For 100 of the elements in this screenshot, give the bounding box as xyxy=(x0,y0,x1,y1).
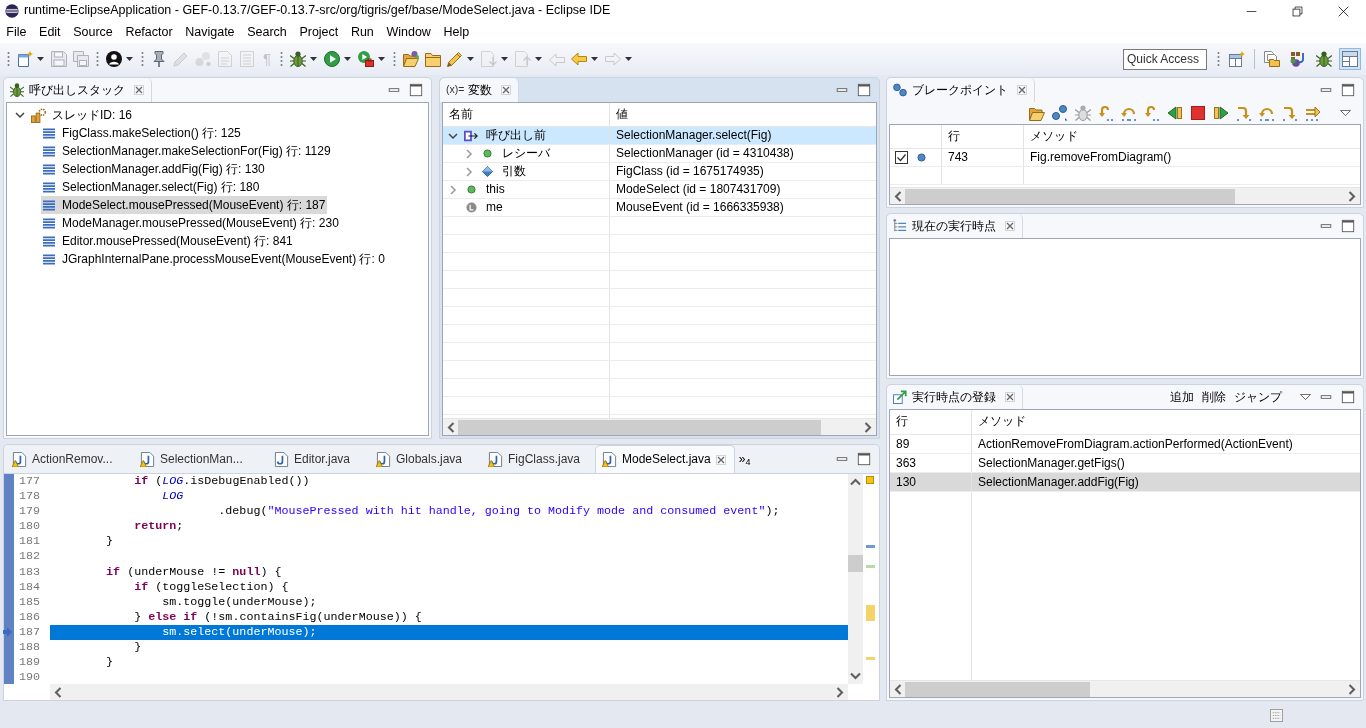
scrollbar-thumb[interactable] xyxy=(905,188,1235,204)
curved-arrow-icon[interactable] xyxy=(1098,105,1114,121)
table-row[interactable]: 引数 FigClass (id = 1675174935) xyxy=(443,163,876,181)
checkbox[interactable] xyxy=(895,151,908,164)
pin-icon[interactable] xyxy=(151,51,167,67)
view-tab[interactable]: 実行時点の登録 xyxy=(887,385,1023,409)
link-dots-icon[interactable] xyxy=(1052,105,1068,121)
resume-icon[interactable] xyxy=(1213,105,1229,121)
grip-icon[interactable] xyxy=(96,51,99,67)
column-header[interactable]: 行 xyxy=(890,410,971,433)
view-tab[interactable]: ブレークポイント xyxy=(887,78,1035,102)
menu-item[interactable]: File xyxy=(0,22,33,43)
grip-icon[interactable] xyxy=(393,51,397,67)
menu-item[interactable]: Window xyxy=(380,22,438,43)
layout-icon[interactable] xyxy=(1340,49,1360,69)
caret-icon[interactable] xyxy=(1300,394,1311,400)
table-row[interactable]: me MouseEvent (id = 1666335938) xyxy=(443,199,876,217)
menu-item[interactable]: Run xyxy=(344,22,381,43)
bug-icon[interactable] xyxy=(290,51,307,67)
grip-icon[interactable] xyxy=(7,51,10,67)
horizontal-scrollbar[interactable] xyxy=(890,187,1360,204)
maximize-icon[interactable] xyxy=(857,83,871,97)
folder-open-icon[interactable] xyxy=(1029,105,1045,121)
menu-item[interactable]: Help xyxy=(437,22,476,43)
chevron-right-icon[interactable] xyxy=(448,184,458,195)
chevron-down-icon[interactable] xyxy=(15,110,25,120)
editor-tab[interactable]: FigClass.java xyxy=(482,445,595,473)
close-icon[interactable] xyxy=(501,85,512,95)
tree-item[interactable]: JGraphInternalPane.processMouseEvent(MouseEvent) 行: 0 xyxy=(41,250,387,268)
reverse-play-icon[interactable] xyxy=(1167,105,1183,121)
action-button[interactable]: 削除 xyxy=(1198,389,1230,405)
grip-icon[interactable] xyxy=(280,51,284,67)
table-plus-icon[interactable] xyxy=(1227,49,1247,69)
right-arrow-icon[interactable] xyxy=(1305,105,1321,121)
tree-item[interactable]: ModeSelect.mousePressed(MouseEvent) 行: 187 xyxy=(41,196,328,214)
menu-item[interactable]: Refactor xyxy=(119,22,179,43)
caret-icon[interactable] xyxy=(126,57,133,61)
play-icon[interactable] xyxy=(324,51,341,67)
caret-icon[interactable] xyxy=(467,57,475,61)
horizontal-scrollbar[interactable] xyxy=(50,684,848,700)
table-row[interactable]: 89 ActionRemoveFromDiagram.actionPerformed(ActionEvent) xyxy=(890,435,1360,454)
play-toolbox-icon[interactable] xyxy=(358,51,375,67)
horizontal-scrollbar[interactable] xyxy=(443,418,876,435)
caret-icon[interactable] xyxy=(310,57,318,61)
maximize-icon[interactable] xyxy=(1341,390,1355,404)
tree-item[interactable]: SelectionManager.makeSelectionFor(Fig) 行: 1129 xyxy=(41,142,333,160)
maximize-icon[interactable] xyxy=(1341,83,1355,97)
curved-arrow-icon[interactable] xyxy=(1236,105,1252,121)
editor-tab[interactable]: Globals.java xyxy=(370,445,482,473)
pencil-icon[interactable] xyxy=(447,51,464,67)
chevron-down-icon[interactable] xyxy=(448,130,458,141)
column-header[interactable]: メソッド xyxy=(972,410,1360,433)
maximize-icon[interactable] xyxy=(857,452,871,466)
table-row[interactable]: 呼び出し前 SelectionManager.select(Fig) xyxy=(443,127,876,145)
caret-icon[interactable] xyxy=(591,57,599,61)
menu-item[interactable]: Source xyxy=(66,22,120,43)
close-icon[interactable] xyxy=(1337,5,1349,17)
bug-icon[interactable] xyxy=(1314,49,1334,69)
grip-icon[interactable] xyxy=(1217,51,1220,67)
chevron-right-icon[interactable] xyxy=(464,166,474,177)
grip-icon[interactable] xyxy=(141,51,144,67)
quick-access-field[interactable]: Quick Access xyxy=(1123,48,1207,70)
menu-item[interactable]: Project xyxy=(293,22,345,43)
tree-item[interactable]: SelectionManager.select(Fig) 行: 180 xyxy=(41,178,262,196)
maximize-icon[interactable] xyxy=(409,83,423,97)
view-tab[interactable]: 呼び出しスタック xyxy=(4,78,152,102)
curved-arrow-icon[interactable] xyxy=(1282,105,1298,121)
table-row[interactable]: 130 SelectionManager.addFig(Fig) xyxy=(890,473,1360,492)
caret-icon[interactable] xyxy=(378,57,386,61)
horizontal-scrollbar[interactable] xyxy=(890,680,1360,697)
menu-item[interactable]: Search xyxy=(240,22,294,43)
tree-item[interactable]: Editor.mousePressed(MouseEvent) 行: 841 xyxy=(41,232,295,250)
more-tabs-button[interactable]: »$_{4}$ xyxy=(734,451,755,467)
chevron-right-icon[interactable] xyxy=(464,148,474,159)
scrollbar-thumb[interactable] xyxy=(905,681,1090,697)
curved-arrow-icon[interactable] xyxy=(1121,105,1137,121)
tree-item[interactable]: FigClass.makeSelection() 行: 125 xyxy=(41,124,243,142)
caret-icon[interactable] xyxy=(37,57,44,61)
column-header[interactable]: 行 xyxy=(942,125,1023,148)
menu-item[interactable]: Edit xyxy=(32,22,67,43)
action-button[interactable]: ジャンプ xyxy=(1230,389,1286,405)
scrollbar-thumb[interactable] xyxy=(458,419,821,435)
table-row[interactable]: this ModeSelect (id = 1807431709) xyxy=(443,181,876,199)
close-icon[interactable] xyxy=(715,454,726,465)
user-icon[interactable] xyxy=(106,51,122,67)
view-tab[interactable]: (x)= 変数 xyxy=(440,78,520,102)
caret-icon[interactable] xyxy=(344,57,352,61)
tree-item[interactable]: SelectionManager.addFig(Fig) 行: 130 xyxy=(41,160,267,178)
menu-item[interactable]: Navigate xyxy=(178,22,241,43)
close-icon[interactable] xyxy=(134,85,144,95)
documents-folder-icon[interactable] xyxy=(1262,49,1282,69)
column-header[interactable]: 名前 xyxy=(443,103,609,126)
tree-item[interactable]: ModeManager.mousePressed(MouseEvent) 行: 230 xyxy=(41,214,341,232)
tree-item[interactable]: スレッドID: 16 xyxy=(29,106,134,124)
view-tab[interactable]: 現在の実行時点 xyxy=(887,214,1023,238)
table-row[interactable]: 743 Fig.removeFromDiagram() xyxy=(890,149,1360,167)
column-header[interactable]: メソッド xyxy=(1024,125,1360,148)
close-icon[interactable] xyxy=(1017,85,1027,95)
editor-tab[interactable]: ActionRemov... xyxy=(6,445,134,473)
editor-tab[interactable]: Editor.java xyxy=(268,445,370,473)
